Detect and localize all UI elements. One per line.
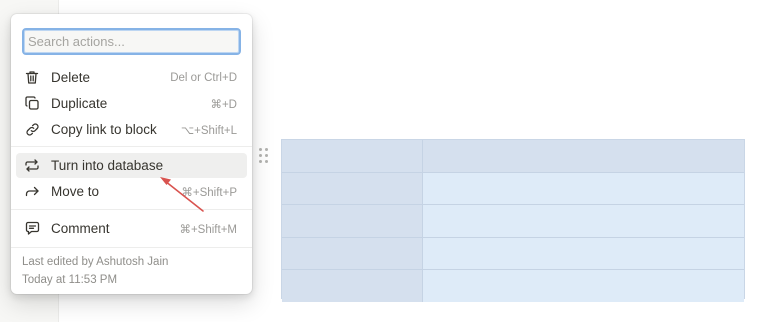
table-cell[interactable]: [282, 205, 423, 237]
duplicate-icon: [23, 95, 41, 113]
menu-divider: [11, 209, 252, 210]
menu-item-label: Duplicate: [51, 96, 108, 111]
table-cell[interactable]: [423, 237, 744, 270]
menu-item-comment[interactable]: Comment ⌘+Shift+M: [16, 216, 247, 241]
comment-icon: [23, 220, 41, 238]
menu-item-label: Turn into database: [51, 158, 164, 173]
menu-item-shortcut: ⌘+Shift+M: [179, 223, 237, 236]
menu-item-shortcut: Del or Ctrl+D: [170, 71, 237, 84]
menu-item-move-to[interactable]: Move to ⌘+Shift+P: [16, 179, 247, 204]
drag-dot: [259, 154, 262, 157]
menu-divider: [11, 146, 252, 147]
table-cell[interactable]: [282, 237, 423, 270]
menu-item-shortcut: ⌥+Shift+L: [180, 124, 237, 137]
block-drag-handle[interactable]: [258, 147, 270, 165]
menu-item-copy-link[interactable]: Copy link to block ⌥+Shift+L: [16, 117, 247, 142]
menu-divider: [11, 247, 252, 248]
drag-dot: [259, 160, 262, 163]
menu-item-duplicate[interactable]: Duplicate ⌘+D: [16, 91, 247, 116]
table-cell[interactable]: [423, 270, 744, 302]
table-cell[interactable]: [282, 270, 423, 302]
simple-table-block[interactable]: [281, 139, 745, 302]
table-cell[interactable]: [423, 172, 744, 205]
drag-dot: [265, 160, 268, 163]
table-row: [282, 172, 744, 206]
drag-dot: [265, 148, 268, 151]
menu-item-label: Delete: [51, 70, 91, 85]
block-actions-menu: Delete Del or Ctrl+D Duplicate ⌘+D Copy …: [11, 14, 252, 294]
table-row: [282, 140, 744, 173]
drag-dot: [259, 148, 262, 151]
menu-item-turn-into-database[interactable]: Turn into database: [16, 153, 247, 178]
menu-item-delete[interactable]: Delete Del or Ctrl+D: [16, 65, 247, 90]
table-cell[interactable]: [423, 205, 744, 237]
trash-icon: [23, 69, 41, 87]
drag-dot: [265, 154, 268, 157]
menu-item-shortcut: ⌘+Shift+P: [181, 186, 237, 199]
last-edited-by: Last edited by Ashutosh Jain: [22, 256, 169, 268]
table-row: [282, 237, 744, 271]
menu-item-label: Move to: [51, 184, 100, 199]
table-cell[interactable]: [423, 140, 744, 172]
menu-item-shortcut: ⌘+D: [210, 98, 237, 111]
menu-item-label: Comment: [51, 221, 110, 236]
search-actions-input[interactable]: [24, 30, 239, 53]
table-cell[interactable]: [282, 140, 423, 172]
last-edited-time: Today at 11:53 PM: [22, 274, 118, 286]
turn-into-icon: [23, 157, 41, 175]
link-icon: [23, 121, 41, 139]
menu-item-label: Copy link to block: [51, 122, 157, 137]
table-row: [282, 270, 744, 302]
search-box: [22, 28, 241, 55]
table-row: [282, 205, 744, 238]
table-cell[interactable]: [282, 172, 423, 205]
arrow-right-icon: [23, 183, 41, 201]
